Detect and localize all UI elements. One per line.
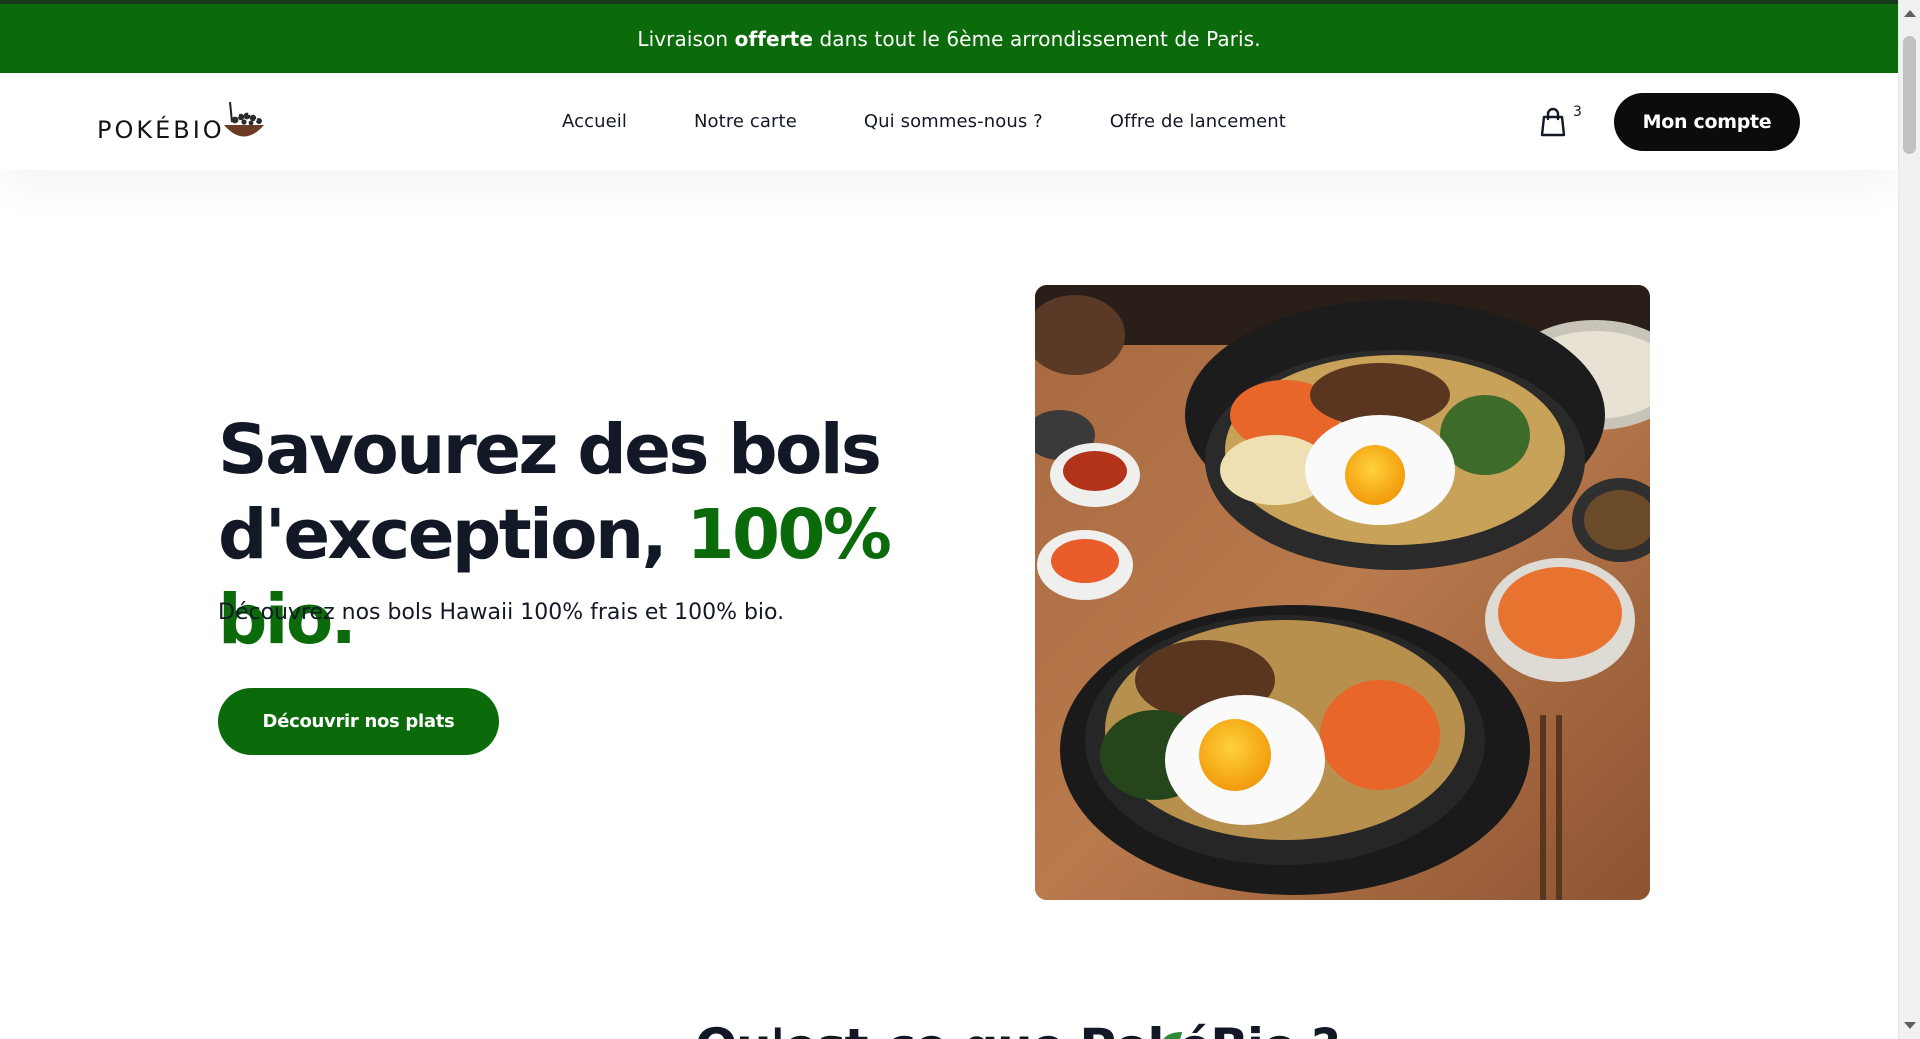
- scroll-up-arrow-icon[interactable]: [1904, 10, 1916, 17]
- page-scrollbar[interactable]: [1898, 0, 1920, 1039]
- nav-item-notre-carte[interactable]: Notre carte: [694, 111, 797, 132]
- hero-subtitle: Découvrez nos bols Hawaii 100% frais et …: [218, 600, 785, 625]
- scrollbar-thumb[interactable]: [1903, 36, 1916, 154]
- hero-title-line1: Savourez des bols: [218, 410, 882, 490]
- announcement-bar: Livraison offerte dans tout le 6ème arro…: [0, 0, 1898, 73]
- leaf-icon: [1163, 1032, 1182, 1039]
- nav-item-offre-de-lancement[interactable]: Offre de lancement: [1110, 111, 1286, 132]
- announcement-suffix: dans tout le 6ème arrondissement de Pari…: [819, 26, 1261, 51]
- hero-food-image: [1035, 285, 1650, 900]
- logo-text: POKÉBIO: [97, 116, 225, 144]
- shopping-bag-icon: [1540, 107, 1566, 137]
- discover-dishes-button[interactable]: Découvrir nos plats: [218, 688, 499, 755]
- site-logo[interactable]: POKÉBIO: [97, 100, 267, 146]
- bowl-logo-icon: [223, 101, 264, 137]
- page: Livraison offerte dans tout le 6ème arro…: [0, 0, 1898, 1039]
- nav-item-qui-sommes-nous[interactable]: Qui sommes-nous ?: [864, 111, 1043, 132]
- bibimbap-bowls-image: [1035, 285, 1650, 900]
- announcement-text: Livraison offerte dans tout le 6ème arro…: [637, 27, 1260, 51]
- main-nav: Accueil Notre carte Qui sommes-nous ? Of…: [562, 73, 1286, 170]
- nav-item-accueil[interactable]: Accueil: [562, 111, 627, 132]
- announcement-highlight: offerte: [734, 26, 814, 51]
- site-header: POKÉBIO Accueil Notre carte Qui sommes-n…: [0, 73, 1898, 170]
- hero-title-line2: d'exception,: [218, 495, 668, 575]
- cart-button[interactable]: 3: [1540, 104, 1584, 143]
- account-button[interactable]: Mon compte: [1614, 93, 1800, 151]
- cart-count-badge: 3: [1573, 104, 1582, 120]
- scroll-down-arrow-icon[interactable]: [1904, 1022, 1916, 1029]
- about-section-title: Qu'est-ce que PokéBio ?: [695, 1022, 1340, 1039]
- announcement-prefix: Livraison: [637, 26, 729, 51]
